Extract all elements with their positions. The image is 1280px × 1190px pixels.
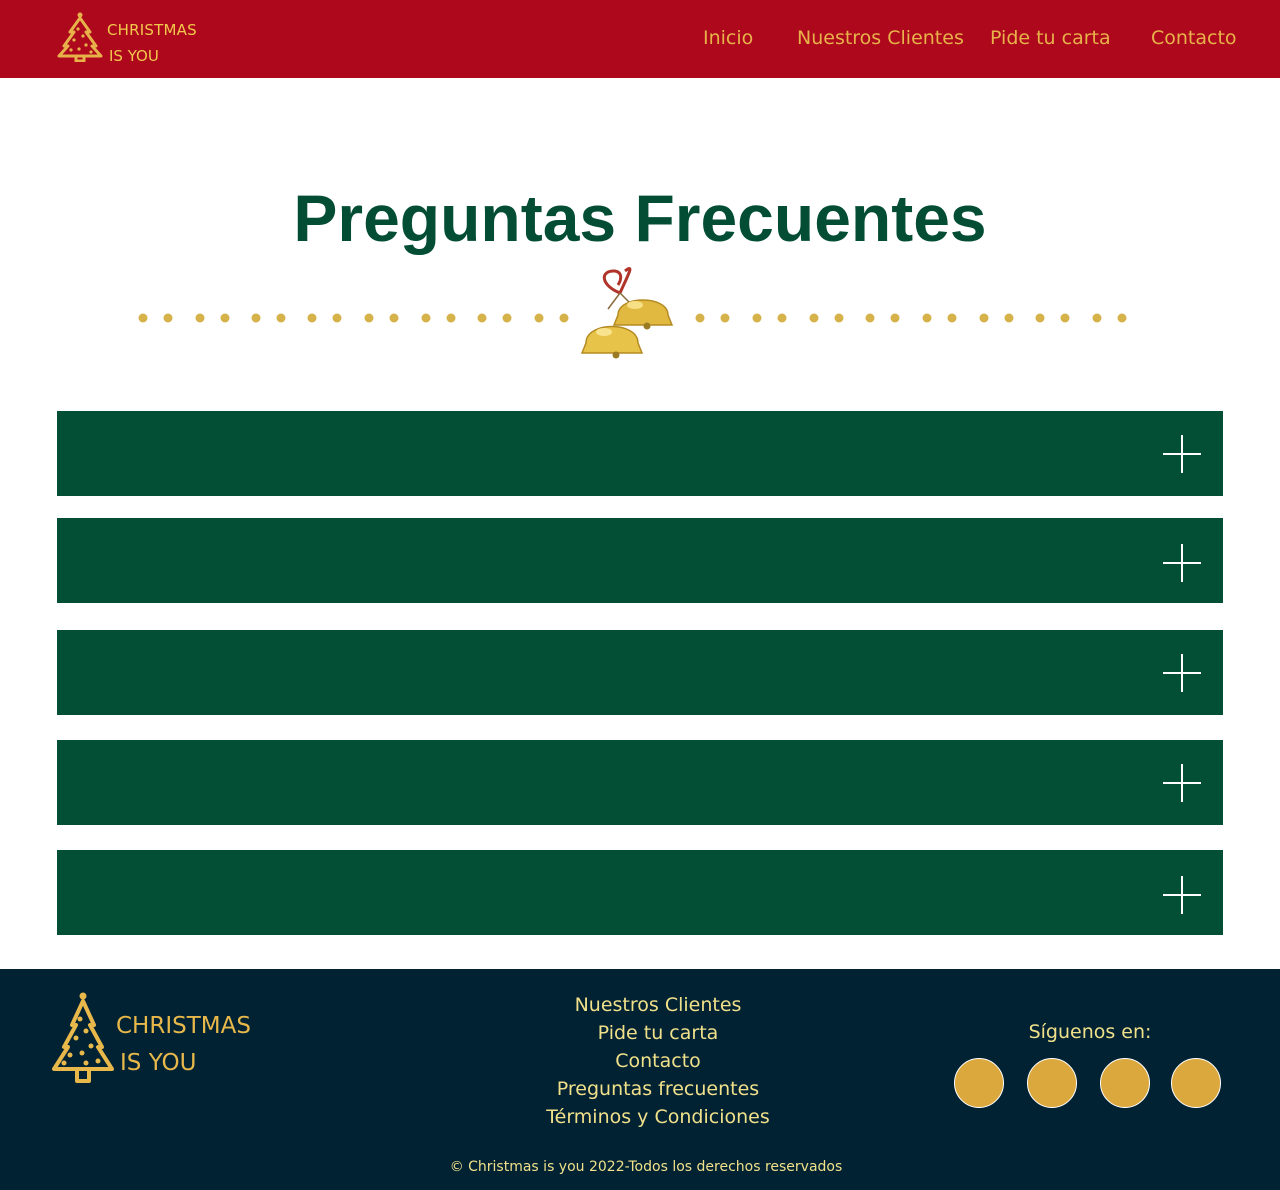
nav-link-contacto[interactable]: Contacto [1151,27,1237,49]
brand-logo[interactable]: CHRISTMAS IS YOU [56,12,206,68]
social-icon-1[interactable] [954,1058,1004,1108]
site-header: CHRISTMAS IS YOU Inicio Nuestros Cliente… [0,0,1280,78]
brand-line2: IS YOU [109,47,159,65]
plus-icon[interactable] [1163,435,1201,473]
plus-icon[interactable] [1163,764,1201,802]
christmas-tree-icon [57,12,103,62]
dots-left [138,313,569,323]
dots-right [695,313,1127,323]
nav-link-pide-tu-carta[interactable]: Pide tu carta [990,27,1111,49]
plus-icon[interactable] [1163,876,1201,914]
footer-nav: Nuestros Clientes Pide tu carta Contacto… [458,991,858,1131]
site-footer: CHRISTMAS IS YOU Nuestros Clientes Pide … [0,969,1280,1190]
footer-link-pide-tu-carta[interactable]: Pide tu carta [458,1019,858,1047]
footer-link-preguntas-frecuentes[interactable]: Preguntas frecuentes [458,1075,858,1103]
footer-link-contacto[interactable]: Contacto [458,1047,858,1075]
faq-item-2[interactable] [57,518,1223,603]
page-title: Preguntas Frecuentes [293,181,987,255]
social-icon-2[interactable] [1027,1058,1077,1108]
follow-label: Síguenos en: [1028,1021,1152,1043]
brand-line1: CHRISTMAS [107,21,197,39]
faq-item-3[interactable] [57,630,1223,715]
nav-link-inicio[interactable]: Inicio [703,27,753,49]
social-icon-3[interactable] [1100,1058,1150,1108]
plus-icon[interactable] [1163,544,1201,582]
footer-brand-logo[interactable]: CHRISTMAS IS YOU [50,991,270,1091]
plus-icon[interactable] [1163,654,1201,692]
social-icon-4[interactable] [1171,1058,1221,1108]
footer-link-terminos[interactable]: Términos y Condiciones [458,1103,858,1131]
nav-link-nuestros-clientes[interactable]: Nuestros Clientes [797,27,964,49]
footer-brand-line1: CHRISTMAS [116,1013,251,1039]
footer-brand-line2: IS YOU [120,1050,197,1076]
faq-item-1[interactable] [57,411,1223,496]
bells-divider [138,267,1127,359]
faq-item-4[interactable] [57,740,1223,825]
faq-item-5[interactable] [57,850,1223,935]
christmas-tree-icon [52,992,114,1083]
footer-link-nuestros-clientes[interactable]: Nuestros Clientes [458,991,858,1019]
bells-icon [580,267,674,359]
copyright-text: © Christmas is you 2022-Todos los derech… [449,1159,843,1175]
